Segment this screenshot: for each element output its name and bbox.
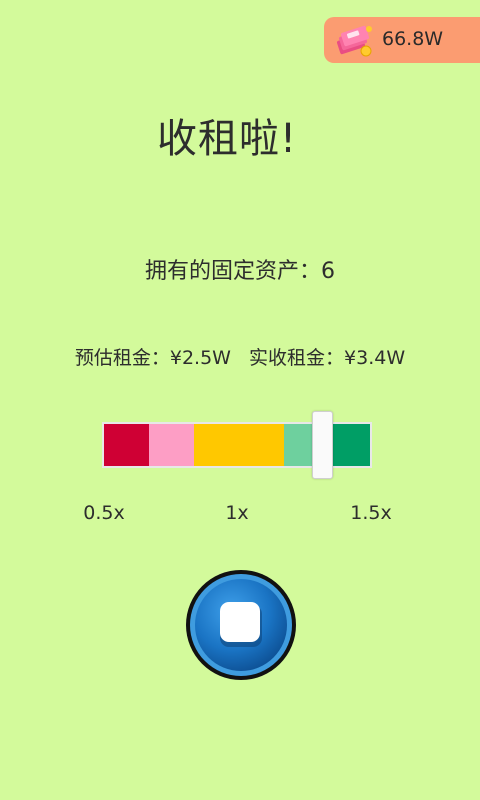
stop-button[interactable] — [184, 568, 298, 682]
money-badge: 66.8W — [324, 17, 480, 63]
actual-rent-value: ¥3.4W — [344, 347, 406, 369]
assets-label: 拥有的固定资产： — [144, 259, 321, 284]
money-amount: 66.8W — [382, 28, 444, 50]
assets-count: 6 — [321, 259, 335, 284]
estimated-rent: 预估租金：¥2.5W — [75, 347, 231, 369]
multiplier-slider[interactable] — [312, 411, 333, 479]
estimated-rent-label: 预估租金： — [74, 347, 170, 369]
tick-label-high: 1.5x — [350, 502, 392, 524]
bar-segment-pink — [149, 424, 194, 466]
cash-stack-icon — [336, 25, 372, 57]
actual-rent: 实收租金：¥3.4W — [249, 347, 405, 369]
actual-rent-label: 实收租金： — [249, 347, 345, 369]
tick-label-mid: 1x — [225, 502, 249, 524]
tick-label-low: 0.5x — [83, 502, 125, 524]
rent-info: 预估租金：¥2.5W 实收租金：¥3.4W — [0, 343, 480, 370]
page-title: 收租啦! — [156, 116, 298, 162]
bar-segment-green — [329, 424, 370, 466]
bar-segment-yellow — [194, 424, 284, 466]
assets-info: 拥有的固定资产：6 — [0, 253, 480, 285]
estimated-rent-value: ¥2.5W — [169, 347, 231, 369]
stop-icon — [220, 602, 262, 647]
bar-segment-red — [104, 424, 149, 466]
